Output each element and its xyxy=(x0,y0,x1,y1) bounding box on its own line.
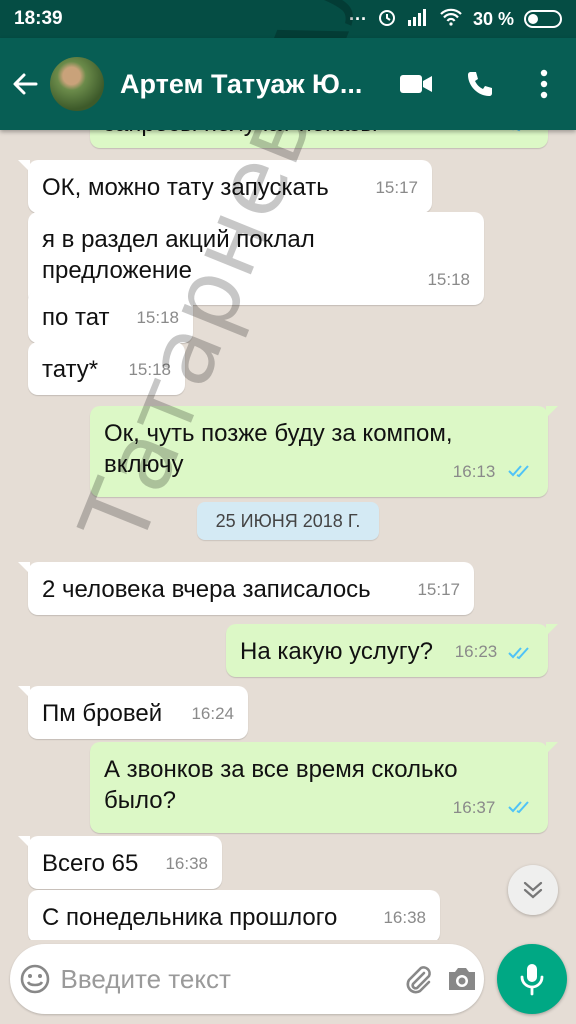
read-ticks-icon xyxy=(508,800,529,813)
back-button[interactable] xyxy=(0,38,50,130)
microphone-icon xyxy=(520,964,544,996)
message-incoming[interactable]: по тат 15:18 xyxy=(28,290,193,343)
message-text: тату* xyxy=(42,356,99,383)
message-outgoing[interactable]: На какую услугу? 16:23 xyxy=(226,624,558,677)
battery-percent: 30 % xyxy=(472,8,514,29)
wifi-icon xyxy=(439,8,463,31)
message-time: 16:13 xyxy=(452,462,496,481)
message-time: 15:18 xyxy=(128,360,171,379)
voice-call-button[interactable] xyxy=(448,38,512,130)
alarm-icon xyxy=(377,7,397,32)
message-incoming[interactable]: С понедельника прошлого 16:38 xyxy=(28,890,440,940)
message-text: ОК, можно тату запускать xyxy=(42,174,329,201)
emoji-icon xyxy=(20,964,50,994)
message-time: 16:23 xyxy=(455,636,534,667)
message-composer xyxy=(10,944,484,1014)
chat-area[interactable]: запросы получат показы 15:05 ОК, можно т… xyxy=(0,130,576,940)
message-text: На какую услугу? xyxy=(240,638,433,665)
more-notifications-icon: ··· xyxy=(348,8,367,29)
message-time: 15:17 xyxy=(375,178,418,197)
message-text: 2 человека вчера записалось xyxy=(42,576,371,603)
message-input[interactable] xyxy=(60,954,396,1004)
emoji-button[interactable] xyxy=(10,944,61,1014)
message-time: 15:17 xyxy=(417,580,460,599)
read-ticks-icon xyxy=(508,646,529,659)
video-call-button[interactable] xyxy=(384,38,448,130)
message-time-value: 16:23 xyxy=(454,642,498,661)
camera-icon xyxy=(448,968,475,990)
read-ticks-icon xyxy=(508,464,529,477)
message-time: 15:05 xyxy=(455,130,534,139)
chat-header: Артем Татуаж Ю... xyxy=(0,38,576,130)
message-time: 16:24 xyxy=(191,704,234,723)
message-outgoing-partial[interactable]: запросы получат показы 15:05 xyxy=(90,130,548,148)
message-time: 15:18 xyxy=(427,270,470,289)
message-incoming[interactable]: Пм бровей 16:24 xyxy=(18,686,248,739)
message-text: С понедельника прошлого xyxy=(42,904,338,931)
header-actions xyxy=(384,38,576,130)
back-arrow-icon xyxy=(13,73,38,95)
paperclip-icon xyxy=(406,966,431,994)
status-bar: 18:39 ··· 30 % xyxy=(0,0,576,38)
contact-avatar[interactable] xyxy=(50,57,104,111)
message-text: запросы получат показы xyxy=(104,130,377,139)
message-incoming[interactable]: ОК, можно тату запускать 15:17 xyxy=(18,160,432,213)
message-outgoing[interactable]: Ок, чуть позже буду за компом, включу 16… xyxy=(90,406,558,497)
message-time: 16:37 xyxy=(452,798,496,817)
battery-icon xyxy=(524,10,562,28)
more-options-button[interactable] xyxy=(512,38,576,130)
message-time: 16:38 xyxy=(383,908,426,927)
status-icons: ··· 30 % xyxy=(349,7,562,32)
message-time: 15:18 xyxy=(136,308,179,327)
message-time: 16:38 xyxy=(165,854,208,873)
contact-name[interactable]: Артем Татуаж Ю... xyxy=(120,69,380,100)
double-chevron-down-icon xyxy=(523,881,543,899)
phone-icon xyxy=(468,72,492,96)
attach-button[interactable] xyxy=(396,944,440,1014)
message-text: Всего 65 xyxy=(42,850,139,877)
message-text: по тат xyxy=(42,304,110,331)
scroll-to-bottom-button[interactable] xyxy=(508,865,558,915)
voice-message-button[interactable] xyxy=(497,944,567,1014)
date-separator: 25 ИЮНЯ 2018 Г. xyxy=(197,502,379,540)
message-incoming[interactable]: 2 человека вчера записалось 15:17 xyxy=(18,562,474,615)
signal-icon xyxy=(407,8,429,31)
camera-button[interactable] xyxy=(440,944,484,1014)
status-time: 18:39 xyxy=(14,8,63,29)
message-outgoing[interactable]: А звонков за все время сколько было? 16:… xyxy=(90,742,558,833)
message-incoming[interactable]: тату* 15:18 xyxy=(28,342,185,395)
more-vertical-icon xyxy=(540,69,548,99)
video-camera-icon xyxy=(400,75,432,93)
message-text: Пм бровей xyxy=(42,700,163,727)
message-incoming[interactable]: Всего 65 16:38 xyxy=(18,836,222,889)
read-ticks-icon xyxy=(517,130,520,131)
